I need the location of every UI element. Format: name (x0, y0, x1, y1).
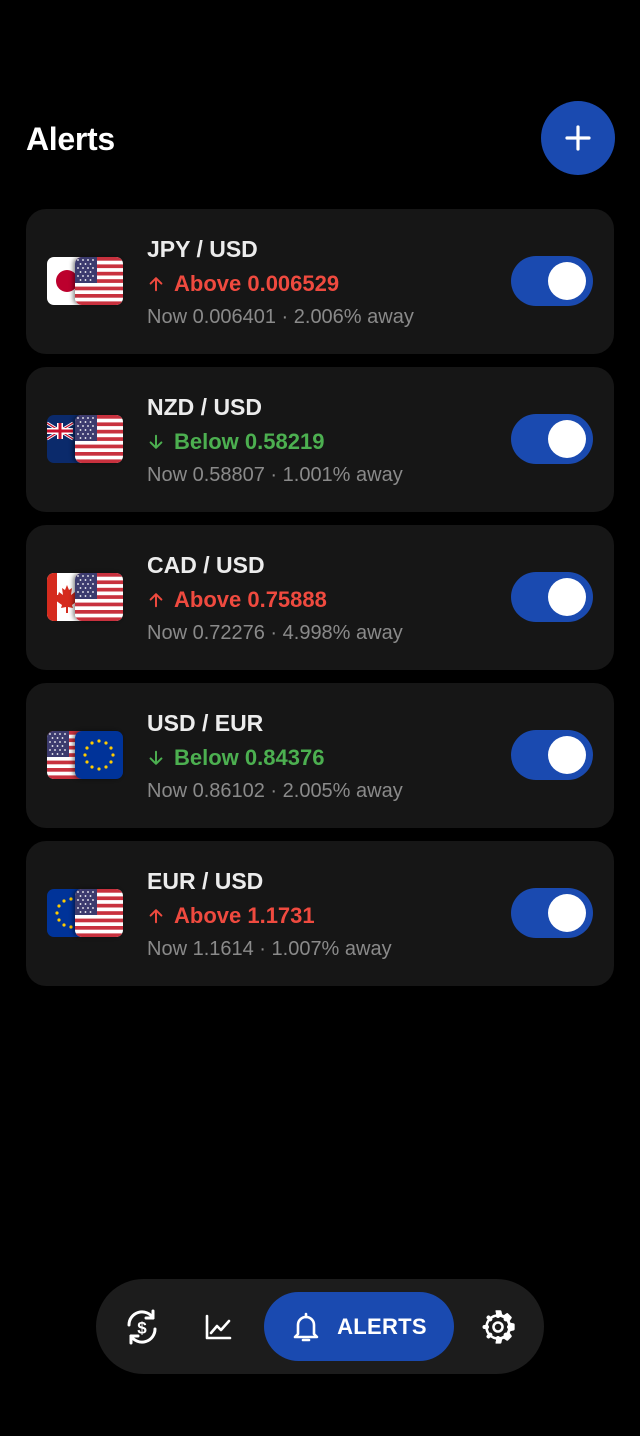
alert-condition: Below 0.84376 (147, 745, 324, 771)
currency-pair-label: EUR / USD (147, 868, 264, 894)
toggle-knob (548, 262, 586, 300)
nav-chart-button[interactable] (192, 1279, 244, 1374)
gear-icon (482, 1309, 515, 1344)
alert-condition-text: Above 0.75888 (174, 587, 327, 612)
current-rate-text: Now 0.72276 · 4.998% away (147, 622, 403, 644)
alert-enabled-toggle[interactable] (511, 730, 593, 780)
alert-condition-text: Above 0.006529 (174, 271, 340, 296)
arrow-up-icon (147, 275, 165, 293)
us-flag-icon (75, 257, 123, 305)
currency-exchange-icon: $ (127, 1309, 157, 1344)
alert-condition: Above 1.1731 (147, 903, 315, 929)
us-flag-icon (75, 573, 123, 621)
plus-icon (565, 125, 591, 151)
add-alert-button[interactable] (541, 101, 615, 175)
current-rate-text: Now 0.006401 · 2.006% away (147, 306, 414, 328)
nav-settings-button[interactable] (474, 1279, 522, 1374)
alert-enabled-toggle[interactable] (511, 256, 593, 306)
alert-condition-text: Below 0.58219 (174, 429, 325, 454)
arrow-down-icon (147, 749, 165, 767)
svg-text:$: $ (137, 1318, 147, 1337)
us-flag-icon (75, 889, 123, 937)
bell-icon (293, 1312, 319, 1341)
app-header: Alerts (0, 100, 640, 178)
nav-alerts-label: ALERTS (337, 1313, 427, 1339)
currency-pair-label: USD / EUR (147, 710, 264, 736)
toggle-knob (548, 894, 586, 932)
bottom-navigation: $ ALERTS (96, 1279, 544, 1374)
toggle-knob (548, 578, 586, 616)
alert-condition-text: Below 0.84376 (174, 745, 325, 770)
nav-alerts-button[interactable]: ALERTS (264, 1292, 454, 1361)
current-rate-text: Now 0.86102 · 2.005% away (147, 780, 403, 802)
alert-card[interactable]: USD / EUR Below 0.84376 Now 0.86102 · 2.… (26, 683, 614, 828)
arrow-up-icon (147, 591, 165, 609)
alert-condition: Above 0.75888 (147, 587, 327, 613)
currency-pair-label: JPY / USD (147, 236, 258, 262)
eu-flag-icon (75, 731, 123, 779)
alert-condition: Above 0.006529 (147, 271, 339, 297)
currency-pair-flags (47, 731, 125, 779)
alert-enabled-toggle[interactable] (511, 888, 593, 938)
arrow-up-icon (147, 907, 165, 925)
alert-condition-text: Above 1.1731 (174, 903, 315, 928)
nav-converter-button[interactable]: $ (114, 1279, 170, 1374)
current-rate-text: Now 1.1614 · 1.007% away (147, 938, 392, 960)
chart-icon (205, 1314, 232, 1339)
currency-pair-flags (47, 573, 125, 621)
toggle-knob (548, 736, 586, 774)
alert-card[interactable]: CAD / USD Above 0.75888 Now 0.72276 · 4.… (26, 525, 614, 670)
alert-card[interactable]: JPY / USD Above 0.006529 Now 0.006401 · … (26, 209, 614, 354)
currency-pair-label: CAD / USD (147, 552, 265, 578)
current-rate-text: Now 0.58807 · 1.001% away (147, 464, 403, 486)
currency-pair-flags (47, 415, 125, 463)
us-flag-icon (75, 415, 123, 463)
alert-card[interactable]: NZD / USD Below 0.58219 Now 0.58807 · 1.… (26, 367, 614, 512)
currency-pair-flags (47, 257, 125, 305)
page-title: Alerts (26, 121, 115, 157)
alert-enabled-toggle[interactable] (511, 572, 593, 622)
arrow-down-icon (147, 433, 165, 451)
currency-pair-label: NZD / USD (147, 394, 262, 420)
alert-enabled-toggle[interactable] (511, 414, 593, 464)
alerts-list: JPY / USD Above 0.006529 Now 0.006401 · … (26, 209, 614, 999)
toggle-knob (548, 420, 586, 458)
currency-pair-flags (47, 889, 125, 937)
alert-condition: Below 0.58219 (147, 429, 324, 455)
alert-card[interactable]: EUR / USD Above 1.1731 Now 1.1614 · 1.00… (26, 841, 614, 986)
